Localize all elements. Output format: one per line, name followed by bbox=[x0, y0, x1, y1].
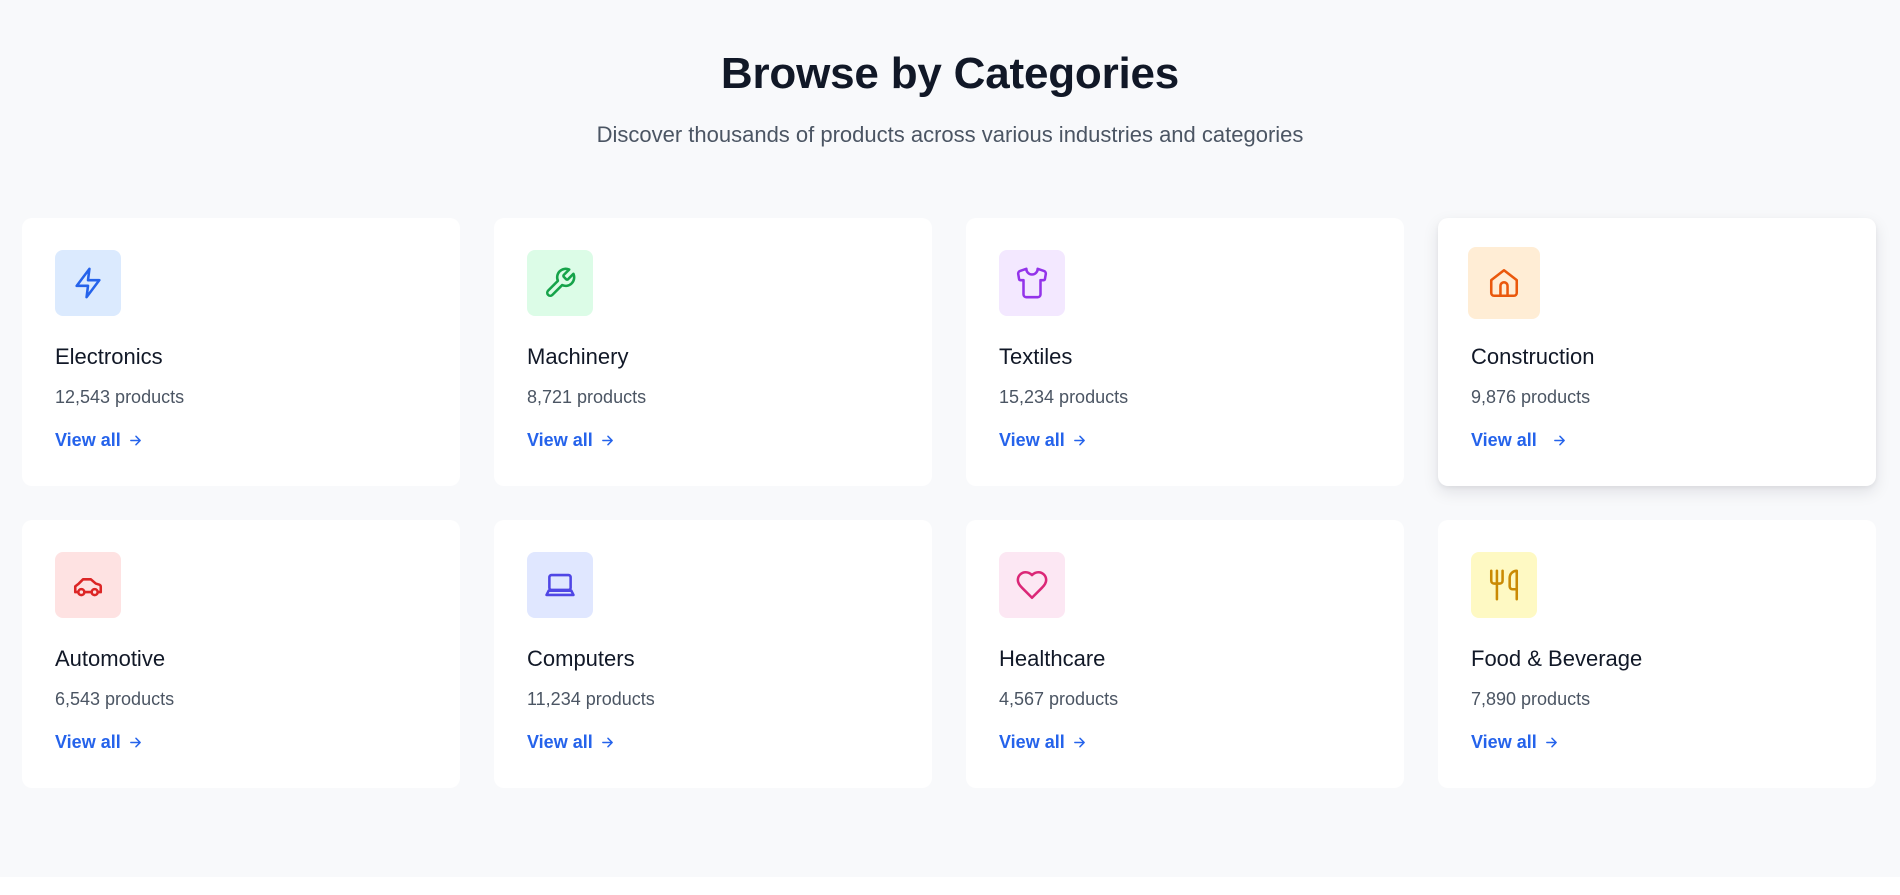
arrow-right-icon bbox=[129, 736, 142, 749]
section-title: Browse by Categories bbox=[720, 49, 1180, 98]
category-card-healthcare[interactable]: Healthcare 4,567 products View all bbox=[966, 520, 1404, 788]
category-count: 4,567 products bbox=[999, 689, 1119, 709]
view-all-label: View all bbox=[527, 732, 593, 752]
category-count: 15,234 products bbox=[999, 387, 1129, 407]
home-icon bbox=[1489, 268, 1519, 298]
category-icon-box bbox=[999, 552, 1065, 618]
car-icon bbox=[73, 578, 103, 597]
category-icon-box bbox=[999, 250, 1065, 316]
category-icon-box bbox=[527, 552, 593, 618]
arrow-right-icon bbox=[601, 434, 614, 447]
category-count: 7,890 products bbox=[1471, 689, 1591, 709]
category-card-food-beverage[interactable]: Food & Beverage 7,890 products View all bbox=[1438, 520, 1876, 788]
category-count: 12,543 products bbox=[55, 387, 185, 407]
category-card-electronics[interactable]: Electronics 12,543 products View all bbox=[22, 218, 460, 486]
category-name: Textiles bbox=[999, 344, 1073, 369]
category-card-construction[interactable]: Construction 9,876 products View all bbox=[1438, 218, 1876, 486]
section-subtitle: Discover thousands of products across va… bbox=[596, 122, 1304, 147]
category-name: Healthcare bbox=[999, 646, 1106, 671]
view-all-link[interactable]: View all bbox=[55, 427, 142, 453]
arrow-right-icon bbox=[129, 434, 142, 447]
category-count: 8,721 products bbox=[527, 387, 647, 407]
category-icon-box bbox=[527, 250, 593, 316]
view-all-label: View all bbox=[999, 430, 1065, 450]
category-name: Electronics bbox=[55, 344, 163, 369]
view-all-label: View all bbox=[55, 732, 121, 752]
category-grid: Electronics 12,543 products View all Mac… bbox=[22, 218, 1879, 788]
view-all-label: View all bbox=[999, 732, 1065, 752]
view-all-link[interactable]: View all bbox=[999, 729, 1086, 755]
category-icon-box bbox=[1468, 247, 1540, 319]
category-name: Machinery bbox=[527, 344, 629, 369]
arrow-right-icon bbox=[1073, 434, 1086, 447]
view-all-label: View all bbox=[527, 430, 593, 450]
view-all-link[interactable]: View all bbox=[527, 729, 614, 755]
utensils-icon bbox=[1489, 569, 1519, 601]
lightning-icon bbox=[75, 267, 101, 299]
category-icon-box bbox=[55, 250, 121, 316]
category-card-automotive[interactable]: Automotive 6,543 products View all bbox=[22, 520, 460, 788]
heart-icon bbox=[1016, 570, 1048, 600]
arrow-right-icon bbox=[601, 736, 614, 749]
wrench-icon bbox=[546, 267, 576, 297]
view-all-link[interactable]: View all bbox=[527, 427, 614, 453]
category-count: 9,876 products bbox=[1471, 387, 1591, 407]
categories-section: Browse by Categories Discover thousands … bbox=[0, 0, 1900, 877]
view-all-label: View all bbox=[1471, 732, 1537, 752]
category-icon-box bbox=[1471, 552, 1537, 618]
view-all-label: View all bbox=[1471, 430, 1537, 450]
view-all-label: View all bbox=[55, 430, 121, 450]
category-count: 11,234 products bbox=[527, 689, 655, 709]
category-card-machinery[interactable]: Machinery 8,721 products View all bbox=[494, 218, 932, 486]
view-all-link[interactable]: View all bbox=[999, 427, 1086, 453]
arrow-right-icon bbox=[1553, 434, 1566, 447]
shirt-icon bbox=[1016, 267, 1048, 299]
category-card-computers[interactable]: Computers 11,234 products View all bbox=[494, 520, 932, 788]
view-all-link[interactable]: View all bbox=[1471, 729, 1558, 755]
view-all-link[interactable]: View all bbox=[1471, 427, 1566, 453]
view-all-link[interactable]: View all bbox=[55, 729, 142, 755]
arrow-right-icon bbox=[1545, 736, 1558, 749]
category-name: Automotive bbox=[55, 646, 166, 671]
category-card-textiles[interactable]: Textiles 15,234 products View all bbox=[966, 218, 1404, 486]
category-name: Computers bbox=[527, 646, 635, 671]
category-count: 6,543 products bbox=[55, 689, 175, 709]
category-icon-box bbox=[55, 552, 121, 618]
arrow-right-icon bbox=[1073, 736, 1086, 749]
laptop-icon bbox=[545, 573, 575, 597]
category-name: Food & Beverage bbox=[1471, 646, 1643, 671]
category-name: Construction bbox=[1471, 344, 1595, 369]
